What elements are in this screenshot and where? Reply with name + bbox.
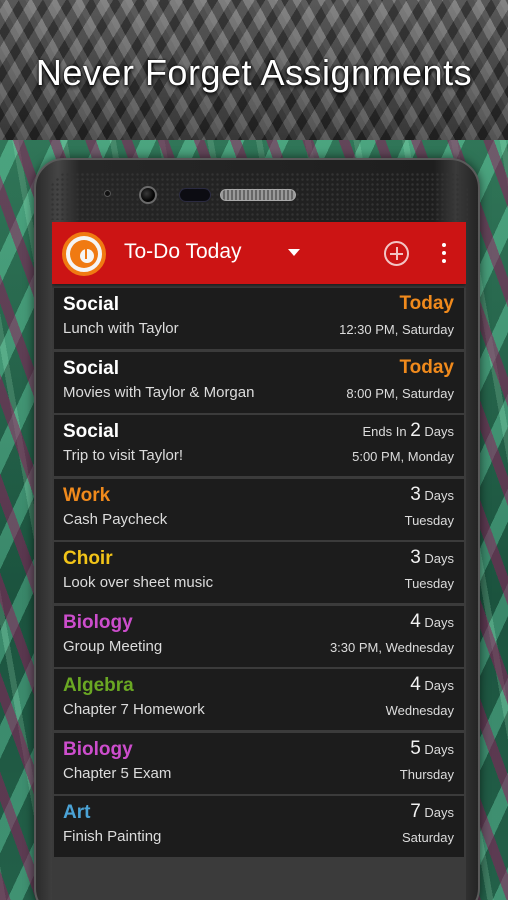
due-countdown: 4 Days bbox=[410, 674, 454, 696]
app-bar: To-Do Today bbox=[52, 222, 466, 284]
due-days-suffix: Days bbox=[420, 678, 454, 693]
due-time: Wednesday bbox=[385, 703, 454, 718]
assignment-description: Group Meeting bbox=[63, 637, 163, 655]
due-days-number: 5 bbox=[410, 737, 421, 759]
due-countdown: 5 Days bbox=[410, 738, 454, 760]
list-item[interactable]: Work Cash Paycheck 3 Days Tuesday bbox=[54, 478, 464, 540]
view-title[interactable]: To-Do Today bbox=[124, 240, 242, 264]
assignment-description: Cash Paycheck bbox=[63, 510, 168, 528]
assignment-list: Social Lunch with Taylor Today 12:30 PM, Sa… bbox=[54, 288, 464, 860]
list-item[interactable]: Biology Group Meeting 4 Days 3:30 PM, Wedne… bbox=[54, 605, 464, 667]
clock-logo-icon[interactable] bbox=[62, 232, 106, 276]
due-countdown: 4 Days bbox=[410, 611, 454, 633]
due-time: Tuesday bbox=[404, 512, 454, 528]
due-countdown: 7 Days bbox=[410, 801, 454, 823]
assignment-description: Trip to visit Taylor! bbox=[63, 447, 184, 464]
due-time: 12:30 PM, Saturday bbox=[339, 322, 454, 337]
due-today-label: Today bbox=[399, 293, 454, 314]
assignment-description: Chapter 7 Homework bbox=[63, 701, 205, 718]
due-days-suffix: Days bbox=[420, 551, 454, 566]
light-sensor bbox=[179, 188, 211, 202]
due-countdown: 3 Days bbox=[410, 547, 454, 569]
list-item[interactable]: Choir Look over sheet music 3 Days Tuesday bbox=[54, 542, 464, 603]
list-item[interactable]: Social Lunch with Taylor Today 12:30 PM, Sa… bbox=[54, 288, 464, 349]
promo-headline: Never Forget Assignments bbox=[35, 52, 473, 93]
assignment-category: Biology bbox=[63, 611, 133, 633]
due-countdown: Ends In 2 Days bbox=[362, 420, 454, 442]
due-countdown: 3 Days bbox=[410, 484, 454, 506]
due-days-number: 4 bbox=[410, 610, 421, 632]
due-today-label: Today bbox=[399, 356, 454, 378]
list-item[interactable]: Algebra Chapter 7 Homework 4 Days Wednesday bbox=[54, 669, 464, 730]
due-days-number: 3 bbox=[410, 483, 421, 505]
due-countdown: Today bbox=[399, 293, 454, 315]
more-vert-icon[interactable] bbox=[442, 243, 446, 263]
list-item[interactable]: Art Finish Painting 7 Days Saturday bbox=[54, 796, 464, 857]
assignment-category: Social bbox=[63, 294, 119, 315]
assignment-category: Work bbox=[63, 484, 111, 506]
assignment-description: Look over sheet music bbox=[63, 574, 214, 591]
due-days-number: 4 bbox=[410, 674, 421, 695]
due-time: Saturday bbox=[401, 830, 454, 845]
app-screen: To-Do Today Social Lunch with Taylor Today… bbox=[52, 222, 466, 900]
assignment-category: Art bbox=[63, 802, 91, 823]
due-time: 5:00 PM, Monday bbox=[352, 449, 454, 464]
due-time: 8:00 PM, Saturday bbox=[346, 385, 454, 401]
due-days-suffix: Days bbox=[420, 487, 454, 503]
list-item[interactable]: Social Trip to visit Taylor! Ends In 2 Day… bbox=[54, 415, 464, 476]
earpiece-speaker bbox=[220, 189, 296, 201]
triangle-down-icon[interactable] bbox=[288, 249, 300, 256]
list-item[interactable]: Biology Chapter 5 Exam 5 Days Thursday bbox=[54, 732, 464, 794]
assignment-description: Chapter 5 Exam bbox=[63, 764, 172, 782]
list-item[interactable]: Social Movies with Taylor & Morgan Today 8:… bbox=[54, 351, 464, 413]
due-days-number: 7 bbox=[410, 801, 421, 822]
assignment-category: Social bbox=[63, 357, 119, 379]
due-days-suffix: Days bbox=[420, 424, 454, 439]
due-prefix: Ends In bbox=[362, 424, 411, 439]
due-days-number: 2 bbox=[410, 420, 421, 441]
assignment-description: Finish Painting bbox=[63, 828, 162, 845]
due-days-number: 3 bbox=[410, 547, 421, 568]
due-time: Thursday bbox=[399, 766, 454, 782]
assignment-category: Biology bbox=[63, 738, 133, 760]
proximity-sensor bbox=[104, 190, 111, 197]
due-days-suffix: Days bbox=[420, 614, 454, 630]
due-days-suffix: Days bbox=[420, 805, 454, 820]
due-countdown: Today bbox=[399, 357, 454, 379]
front-camera-icon bbox=[139, 186, 157, 204]
assignment-description: Lunch with Taylor bbox=[63, 320, 179, 337]
assignment-category: Social bbox=[63, 421, 119, 442]
plus-circle-icon[interactable] bbox=[384, 241, 409, 266]
assignment-category: Algebra bbox=[63, 675, 134, 696]
assignment-description: Movies with Taylor & Morgan bbox=[63, 383, 255, 401]
due-time: Tuesday bbox=[404, 576, 454, 591]
due-time: 3:30 PM, Wednesday bbox=[329, 639, 454, 655]
due-days-suffix: Days bbox=[420, 741, 454, 757]
assignment-category: Choir bbox=[63, 548, 113, 569]
